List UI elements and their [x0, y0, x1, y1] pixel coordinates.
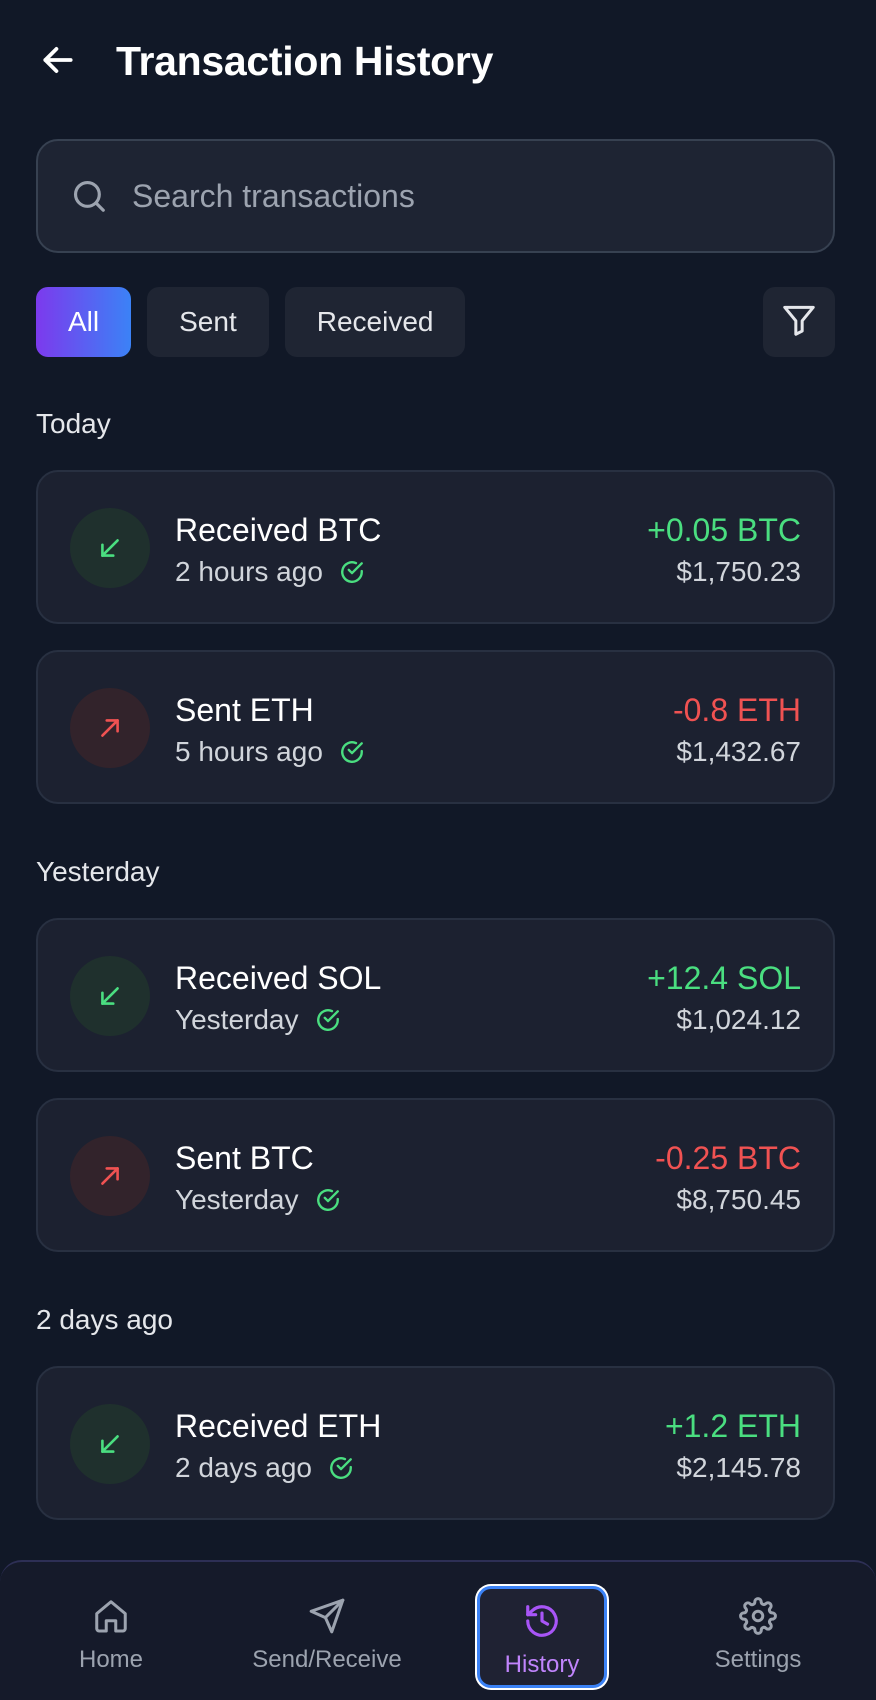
- transaction-time: 5 hours ago: [175, 736, 365, 768]
- transaction-card[interactable]: Received SOL Yesterday +12.4 SOL $1,024.…: [36, 918, 835, 1072]
- transaction-time: Yesterday: [175, 1184, 341, 1216]
- transaction-title: Received ETH: [175, 1408, 382, 1444]
- check-circle-icon: [315, 1187, 341, 1213]
- transaction-amount: +1.2 ETH: [664, 1408, 801, 1444]
- transaction-history-screen: Transaction History All Sent Received To…: [0, 0, 876, 1700]
- nav-label: Home: [78, 1646, 144, 1673]
- check-circle-icon: [339, 739, 365, 765]
- transaction-amount: -0.8 ETH: [672, 692, 801, 728]
- back-button[interactable]: [36, 40, 80, 84]
- transaction-card[interactable]: Received BTC 2 hours ago +0.05 BTC $1,75…: [36, 470, 835, 624]
- arrow-up-right-icon: [70, 1136, 150, 1216]
- search-icon: [69, 176, 109, 216]
- nav-history[interactable]: History: [477, 1586, 607, 1688]
- nav-home[interactable]: Home: [46, 1584, 176, 1684]
- check-circle-icon: [328, 1455, 354, 1481]
- section-label-yesterday: Yesterday: [36, 856, 160, 887]
- transaction-amount: +12.4 SOL: [647, 960, 801, 996]
- arrow-down-left-icon: [70, 956, 150, 1036]
- time-label: Yesterday: [175, 1004, 299, 1035]
- header: Transaction History: [0, 0, 876, 125]
- transaction-fiat-value: $1,432.67: [676, 736, 801, 767]
- transaction-amount: -0.25 BTC: [655, 1140, 801, 1176]
- funnel-icon: [780, 301, 818, 344]
- transaction-title: Received SOL: [175, 960, 382, 996]
- check-circle-icon: [339, 559, 365, 585]
- gear-icon: [738, 1596, 778, 1636]
- time-label: 5 hours ago: [175, 736, 323, 767]
- nav-send-receive[interactable]: Send/Receive: [252, 1584, 402, 1684]
- transaction-time: 2 days ago: [175, 1452, 354, 1484]
- nav-label: Settings: [714, 1646, 802, 1673]
- search-input[interactable]: [132, 177, 732, 215]
- chip-all[interactable]: All: [36, 287, 132, 357]
- time-label: Yesterday: [175, 1184, 299, 1215]
- time-label: 2 days ago: [175, 1452, 312, 1483]
- transaction-card[interactable]: Sent BTC Yesterday -0.25 BTC $8,750.45: [36, 1098, 835, 1252]
- arrow-up-right-icon: [70, 688, 150, 768]
- transaction-title: Sent ETH: [175, 692, 314, 728]
- transaction-title: Sent BTC: [175, 1140, 314, 1176]
- transaction-amount: +0.05 BTC: [647, 512, 801, 548]
- arrow-down-left-icon: [70, 1404, 150, 1484]
- transaction-card[interactable]: Sent ETH 5 hours ago -0.8 ETH $1,432.67: [36, 650, 835, 804]
- transaction-card[interactable]: Received ETH 2 days ago +1.2 ETH $2,145.…: [36, 1366, 835, 1520]
- search-bar[interactable]: [36, 139, 835, 253]
- time-label: 2 hours ago: [175, 556, 323, 587]
- transaction-fiat-value: $1,750.23: [676, 556, 801, 587]
- home-icon: [91, 1596, 131, 1636]
- bottom-nav: Home Send/Receive History Settings: [0, 1560, 876, 1700]
- page-title: Transaction History: [116, 38, 494, 84]
- chip-received[interactable]: Received: [284, 287, 466, 357]
- check-circle-icon: [315, 1007, 341, 1033]
- nav-label: Send/Receive: [252, 1646, 402, 1673]
- transaction-time: Yesterday: [175, 1004, 341, 1036]
- filter-button[interactable]: [763, 287, 835, 357]
- arrow-down-left-icon: [70, 508, 150, 588]
- transaction-fiat-value: $1,024.12: [676, 1004, 801, 1035]
- transaction-fiat-value: $8,750.45: [676, 1184, 801, 1215]
- transaction-fiat-value: $2,145.78: [676, 1452, 801, 1483]
- history-icon: [522, 1601, 562, 1641]
- transaction-time: 2 hours ago: [175, 556, 365, 588]
- filter-chips: All Sent Received: [36, 287, 466, 357]
- transaction-title: Received BTC: [175, 512, 382, 548]
- send-icon: [307, 1596, 347, 1636]
- section-label-today: Today: [36, 408, 111, 439]
- nav-settings[interactable]: Settings: [693, 1584, 823, 1684]
- section-label-2-days-ago: 2 days ago: [36, 1304, 173, 1335]
- chip-sent[interactable]: Sent: [147, 287, 269, 357]
- arrow-left-icon: [39, 41, 77, 84]
- nav-label: History: [504, 1651, 580, 1678]
